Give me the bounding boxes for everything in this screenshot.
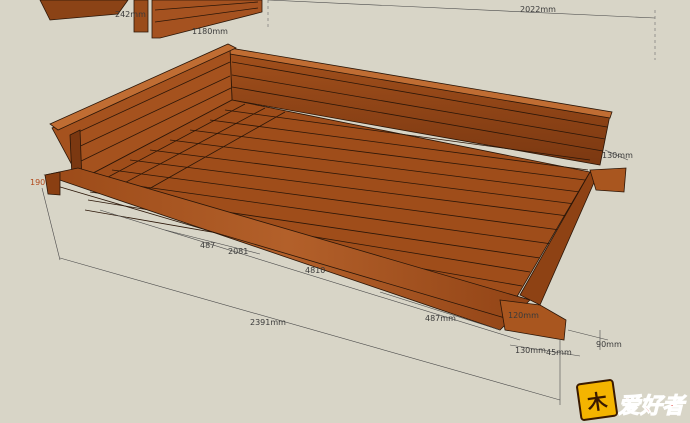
dim-130: 130mm: [515, 346, 546, 355]
dim-242: 242mm: [115, 10, 146, 19]
dim-2391: 2391mm: [250, 318, 286, 327]
dim-90: 90mm: [596, 340, 622, 349]
dim-190: 190: [30, 178, 45, 187]
dimension-2022: [267, 0, 656, 60]
logo-text: 爱好者: [617, 394, 684, 419]
dim-487-b: 487mm: [425, 314, 456, 323]
model-canvas[interactable]: 242mm 2022mm 1180mm 130mm 190 487 2081 4…: [0, 0, 690, 423]
background-model-fragment: [39, 0, 263, 39]
dim-4810: 4810: [305, 266, 325, 275]
dim-1180: 1180mm: [192, 27, 228, 36]
logo-mark: 木: [575, 378, 619, 422]
dim-130-top: 130mm: [602, 151, 633, 160]
dim-45: 45mm: [546, 348, 572, 357]
dim-2081: 2081: [228, 247, 248, 256]
dim-2022: 2022mm: [520, 5, 556, 14]
sketchup-viewport[interactable]: 242mm 2022mm 1180mm 130mm 190 487 2081 4…: [0, 0, 690, 423]
dim-120: 120mm: [508, 311, 539, 320]
watermark-logo: 木 爱好者: [575, 378, 685, 422]
dim-487-a: 487: [200, 241, 215, 250]
